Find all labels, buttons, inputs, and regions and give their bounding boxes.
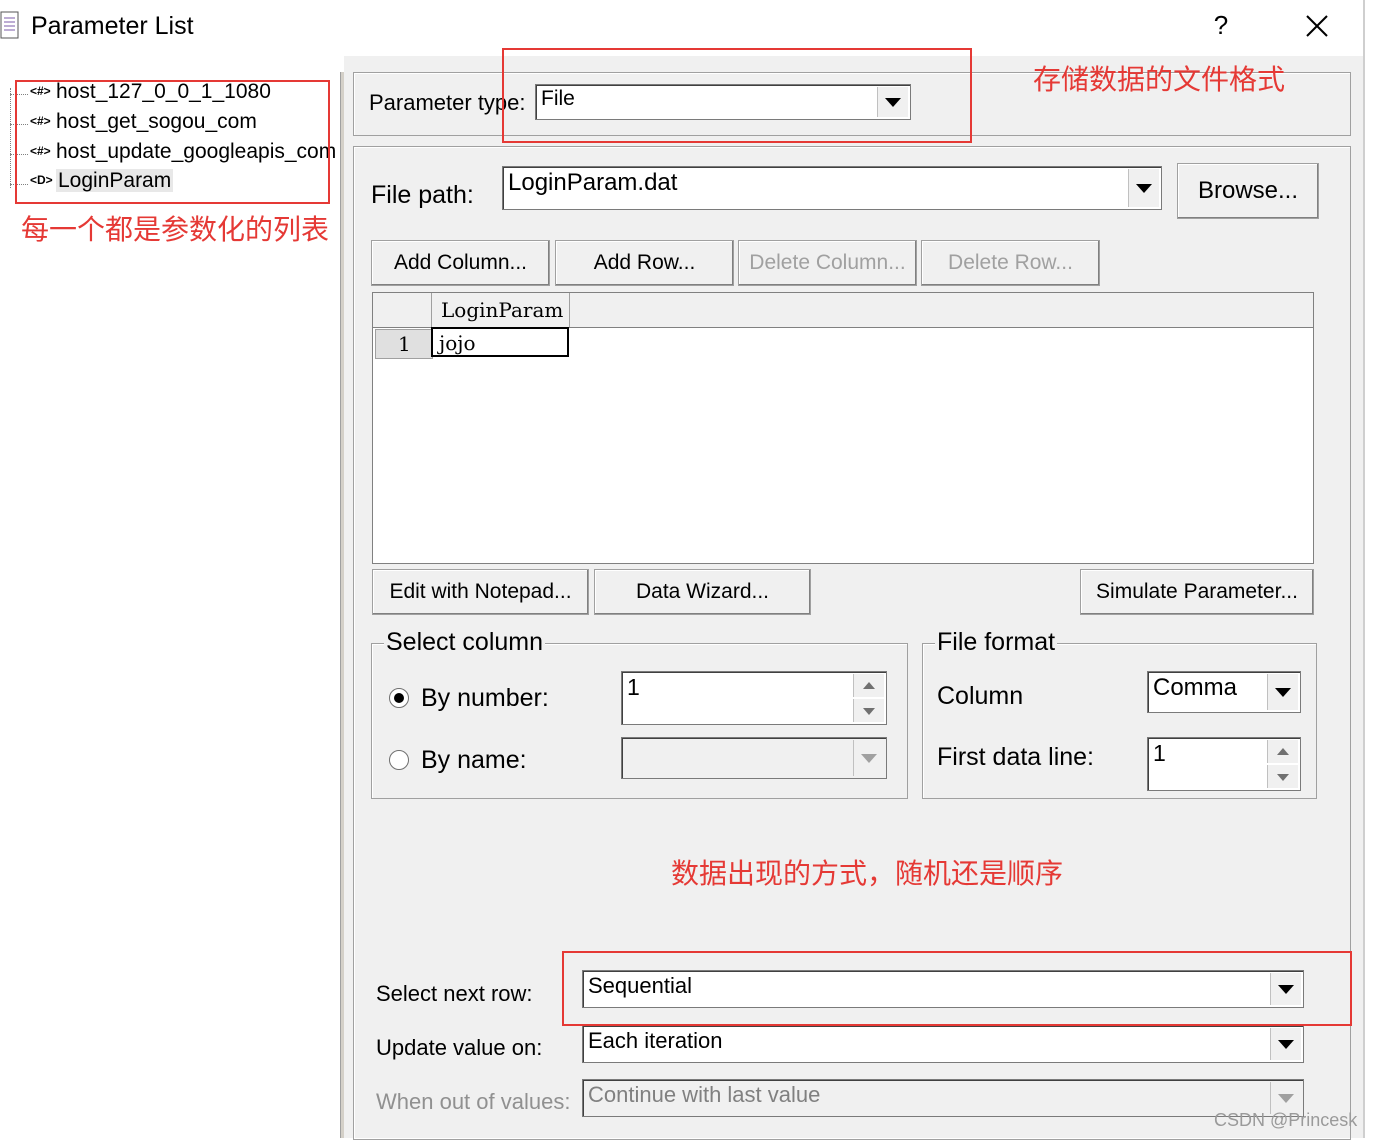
grid-cell-value: jojo (439, 331, 476, 355)
spin-down-icon[interactable] (853, 699, 884, 722)
first-data-line-value: 1 (1153, 740, 1166, 766)
data-wizard-button[interactable]: Data Wizard... (594, 569, 811, 615)
grid-header: LoginParam (373, 293, 1313, 328)
file-path-label: File path: (371, 181, 474, 209)
parameter-data-grid[interactable]: LoginParam 1 jojo (372, 292, 1314, 564)
parameter-list-icon (0, 11, 19, 39)
column-number-value: 1 (627, 674, 640, 700)
column-delimiter-select[interactable]: Comma (1147, 671, 1301, 713)
edit-with-notepad-button[interactable]: Edit with Notepad... (372, 569, 589, 615)
add-row-button[interactable]: Add Row... (555, 240, 734, 286)
annotation-order: 数据出现的方式，随机还是顺序 (671, 858, 1064, 889)
watermark: CSDN @Princesk (1214, 1110, 1358, 1130)
file-format-title: File format (935, 628, 1058, 657)
when-out-of-values-select[interactable]: Continue with last value (582, 1079, 1304, 1117)
annotation-box-parameter-type (502, 48, 972, 143)
chevron-down-icon[interactable] (1270, 1028, 1301, 1060)
annotation-box-tree (15, 80, 330, 204)
grid-cell[interactable]: jojo (431, 327, 569, 357)
simulate-parameter-button[interactable]: Simulate Parameter... (1080, 569, 1314, 615)
annotation-param-list: 每一个都是参数化的列表 (21, 214, 330, 245)
add-column-button[interactable]: Add Column... (371, 240, 550, 286)
delete-row-button[interactable]: Delete Row... (921, 240, 1100, 286)
by-number-label: By number: (421, 684, 549, 712)
spin-up-icon[interactable] (1267, 740, 1298, 763)
when-out-of-values-label: When out of values: (376, 1089, 571, 1114)
file-path-value: LoginParam.dat (508, 169, 678, 196)
update-value-label: Update value on: (376, 1035, 543, 1060)
grid-row-header[interactable]: 1 (375, 329, 433, 359)
select-next-row-label: Select next row: (376, 981, 533, 1006)
column-delimiter-value: Comma (1153, 674, 1238, 701)
browse-button[interactable]: Browse... (1177, 163, 1319, 219)
column-name-select[interactable] (621, 737, 887, 779)
by-name-label: By name: (421, 746, 527, 774)
annotation-file-format: 存储数据的文件格式 (1033, 64, 1286, 95)
close-icon[interactable] (1302, 8, 1332, 42)
window-border (1363, 0, 1365, 1138)
annotation-box-next-row (562, 951, 1352, 1026)
select-column-title: Select column (384, 628, 546, 657)
first-data-line-label: First data line: (937, 743, 1095, 771)
chevron-down-icon[interactable] (853, 740, 884, 776)
update-value-value: Each iteration (588, 1028, 723, 1053)
when-out-of-values-value: Continue with last value (588, 1082, 821, 1107)
by-number-radio[interactable] (389, 688, 409, 708)
update-value-select[interactable]: Each iteration (582, 1025, 1304, 1063)
spin-up-icon[interactable] (853, 674, 884, 697)
window-title: Parameter List (31, 12, 194, 40)
row-number: 1 (398, 332, 411, 356)
chevron-down-icon[interactable] (1267, 674, 1298, 710)
grid-corner (373, 293, 432, 327)
file-path-select[interactable]: LoginParam.dat (502, 166, 1162, 210)
column-number-spinner[interactable]: 1 (621, 671, 887, 725)
tree-connector (10, 88, 12, 188)
help-button[interactable]: ? (1208, 10, 1234, 41)
by-name-radio[interactable] (389, 750, 409, 770)
grid-divider (569, 293, 570, 327)
spin-down-icon[interactable] (1267, 765, 1298, 788)
grid-column-header[interactable]: LoginParam (441, 298, 563, 322)
delete-column-button[interactable]: Delete Column... (738, 240, 917, 286)
first-data-line-spinner[interactable]: 1 (1147, 737, 1301, 791)
chevron-down-icon[interactable] (1128, 169, 1159, 207)
column-delimiter-label: Column (937, 682, 1024, 710)
